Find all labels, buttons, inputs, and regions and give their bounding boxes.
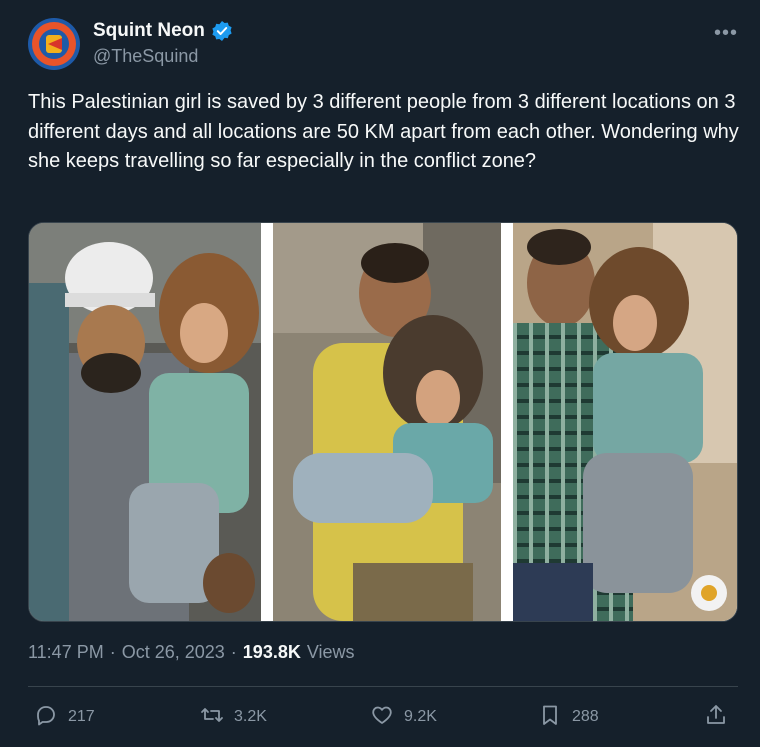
avatar[interactable] xyxy=(28,18,80,70)
repost-button[interactable]: 3.2K xyxy=(200,700,267,734)
author-name-row[interactable]: Squint Neon xyxy=(93,20,233,42)
bookmark-icon xyxy=(538,703,562,732)
separator-dot: · xyxy=(230,642,237,662)
tweet-date[interactable]: Oct 26, 2023 xyxy=(122,642,225,663)
verified-badge-icon xyxy=(211,20,233,42)
views-label: Views xyxy=(306,642,355,662)
reply-button[interactable]: 217 xyxy=(34,700,95,734)
bookmark-button[interactable]: 288 xyxy=(538,700,599,734)
reply-count: 217 xyxy=(68,708,95,725)
share-button[interactable] xyxy=(704,700,728,734)
tweet-metadata: 11:47 PM · Oct 26, 2023 · 193.8K Views xyxy=(28,642,355,663)
reply-icon xyxy=(34,703,58,732)
author-handle[interactable]: @TheSquind xyxy=(93,46,198,67)
like-count: 9.2K xyxy=(404,708,437,725)
like-button[interactable]: 9.2K xyxy=(370,700,437,734)
photo-divider xyxy=(261,223,273,621)
separator-dot: · xyxy=(109,642,116,662)
share-icon xyxy=(704,703,728,732)
tweet-text: This Palestinian girl is saved by 3 diff… xyxy=(28,91,739,172)
more-options-icon[interactable]: ••• xyxy=(714,22,738,45)
photo-rescuer-white-helmet xyxy=(29,223,261,621)
author-display-name[interactable]: Squint Neon xyxy=(93,20,205,42)
repost-count: 3.2K xyxy=(234,708,267,725)
repost-icon xyxy=(200,703,224,732)
tweet-media[interactable] xyxy=(28,222,738,622)
bookmark-count: 288 xyxy=(572,708,599,725)
tweet-time[interactable]: 11:47 PM xyxy=(28,642,104,663)
tweet: Squint Neon @TheSquind ••• This Palestin… xyxy=(0,0,760,747)
photo-divider xyxy=(501,223,513,621)
photo-rescuer-yellow-shirt xyxy=(273,223,501,621)
views-count[interactable]: 193.8K xyxy=(243,642,301,663)
heart-icon xyxy=(370,703,394,732)
divider xyxy=(28,686,738,687)
action-bar: 217 3.2K 9.2K 288 xyxy=(0,700,760,734)
photo-rescuer-plaid-shirt xyxy=(513,223,737,621)
